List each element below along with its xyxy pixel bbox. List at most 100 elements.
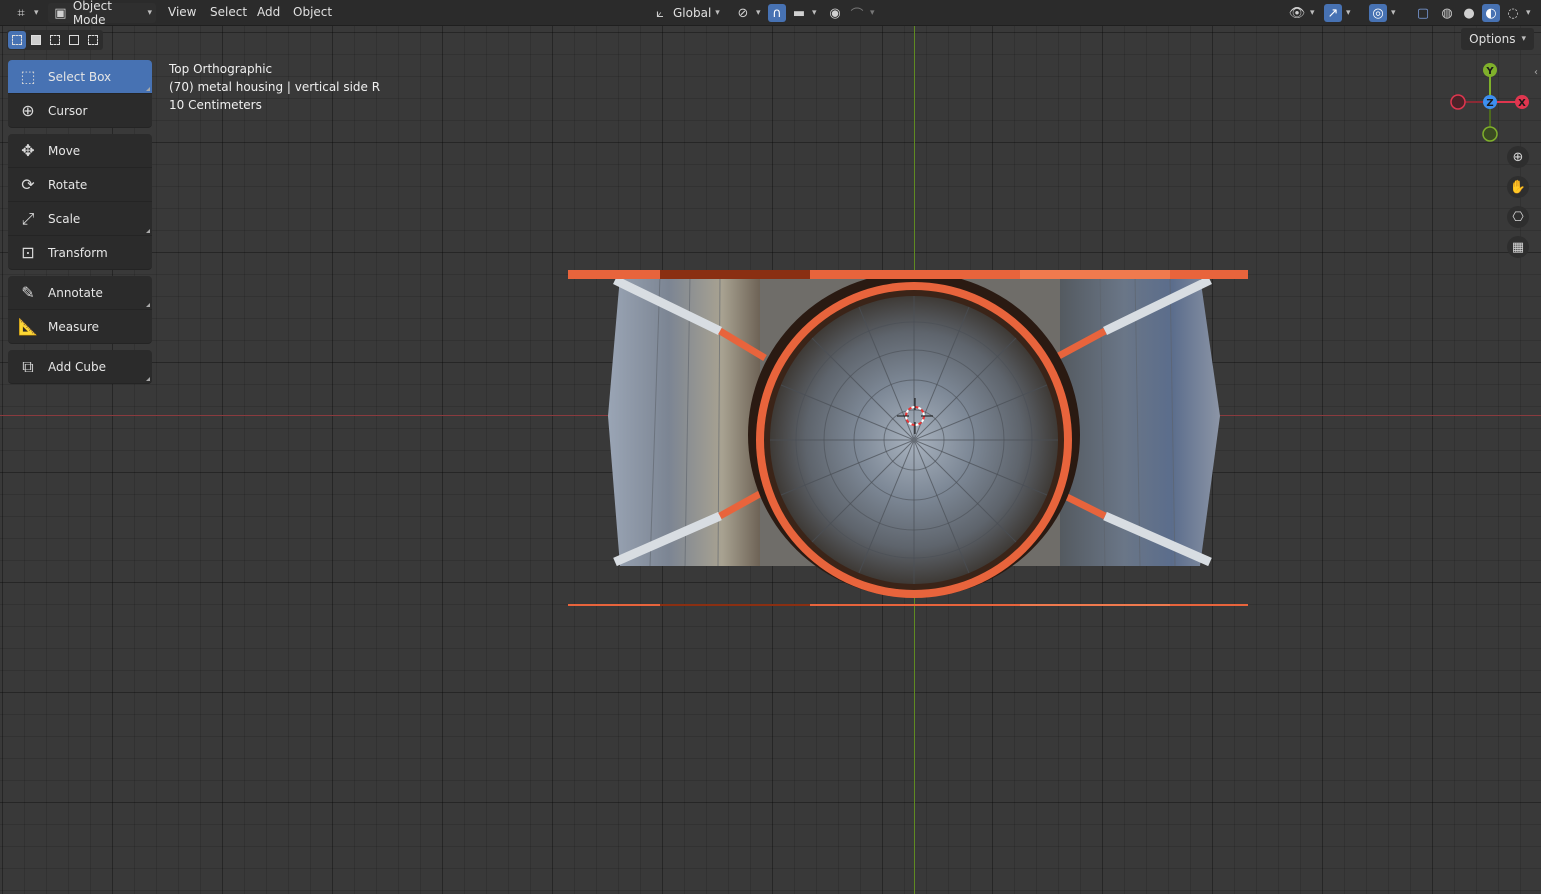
pivot-dropdown[interactable]: ⊘ ▾ — [730, 3, 765, 23]
rendered-shading-icon[interactable]: ◌ — [1504, 4, 1522, 22]
tool-expand-corner — [146, 87, 150, 91]
shading-modes[interactable]: ◍ ● ◐ ◌ ▾ — [1434, 3, 1535, 23]
tool-expand-corner — [146, 377, 150, 381]
proportional-edit-toggle[interactable]: ◉ ⌒ ▾ — [822, 3, 879, 23]
options-label: Options — [1469, 32, 1516, 46]
gizmo-z-label: Z — [1486, 98, 1493, 109]
orientation-dropdown[interactable]: ⟀ Global ▾ — [647, 3, 724, 23]
tool-shelf: ⬚ Select Box ⊕ Cursor ✥ Move ⟳ Rotate ⤢ … — [8, 60, 152, 384]
wireframe-shading-icon[interactable]: ◍ — [1438, 4, 1456, 22]
overlay-toggle[interactable]: ◎ ▾ — [1365, 3, 1400, 23]
orientation-label: Global — [673, 6, 712, 20]
scale-icon: ⤢ — [21, 208, 35, 228]
snap-icon: ∩ — [768, 4, 786, 22]
material-shading-icon[interactable]: ◐ — [1482, 4, 1500, 22]
zoom-icon: ⊕ — [1512, 149, 1524, 165]
camera-view-button[interactable]: ⎔ — [1507, 206, 1529, 228]
tool-select-box[interactable]: ⬚ Select Box — [8, 60, 152, 94]
overlay-icon: ◎ — [1369, 4, 1387, 22]
select-subtract-icon — [50, 35, 60, 45]
mode-dropdown[interactable]: ▣ Object Mode ▾ — [48, 0, 156, 27]
tool-label: Annotate — [48, 285, 103, 300]
zoom-button[interactable]: ⊕ — [1507, 146, 1529, 168]
menu-add[interactable]: Add — [257, 5, 280, 19]
perspective-toggle-button[interactable]: ▦ — [1507, 236, 1529, 258]
grid-icon: ▦ — [1511, 239, 1525, 255]
tool-label: Add Cube — [48, 359, 107, 374]
menu-view[interactable]: View — [168, 5, 196, 19]
measure-icon: 📐 — [18, 317, 38, 336]
gizmo-y-label: Y — [1485, 66, 1494, 77]
xray-toggle[interactable]: ▢ — [1410, 3, 1436, 23]
select-new-button[interactable] — [8, 31, 26, 49]
cursor-icon: ⊕ — [21, 101, 35, 120]
gizmo-neg-y-axis[interactable] — [1482, 126, 1498, 142]
falloff-icon: ⌒ — [850, 7, 864, 23]
chevron-down-icon: ▾ — [715, 8, 720, 18]
tool-scale[interactable]: ⤢ Scale — [8, 202, 152, 236]
gizmo-x-label: X — [1518, 98, 1526, 109]
gizmo-neg-x-axis[interactable] — [1450, 94, 1466, 110]
snap-toggle[interactable]: ∩ ▬ ▾ — [764, 3, 821, 23]
camera-icon: ⎔ — [1512, 209, 1524, 225]
gizmo-toggle[interactable]: ↗ ▾ — [1320, 3, 1355, 23]
proportional-edit-icon: ◉ — [829, 5, 841, 21]
tool-rotate[interactable]: ⟳ Rotate — [8, 168, 152, 202]
tool-label: Cursor — [48, 103, 88, 118]
gizmo-icon: ↗ — [1324, 4, 1342, 22]
editor-type-icon: ⌗ — [17, 5, 25, 21]
eye-icon: 👁 — [1288, 5, 1306, 21]
menu-object[interactable]: Object — [293, 5, 332, 19]
sidebar-toggle-icon[interactable]: ‹ — [1534, 67, 1538, 78]
tool-add-cube[interactable]: ⧉ Add Cube — [8, 350, 152, 384]
visibility-dropdown[interactable]: 👁 ▾ — [1284, 3, 1319, 23]
chevron-down-icon: ▾ — [34, 8, 39, 18]
tool-measure[interactable]: 📐 Measure — [8, 310, 152, 344]
pivot-icon: ⊘ — [737, 5, 749, 21]
menu-select[interactable]: Select — [210, 5, 247, 19]
chevron-down-icon: ▾ — [1521, 34, 1526, 44]
snap-target-icon: ▬ — [792, 5, 806, 21]
select-intersect-button[interactable] — [84, 31, 102, 49]
tool-move[interactable]: ✥ Move — [8, 134, 152, 168]
select-extend-icon — [31, 35, 41, 45]
chevron-down-icon: ▾ — [147, 8, 152, 18]
tool-label: Select Box — [48, 69, 112, 84]
3d-viewport[interactable]: ⬚ Select Box ⊕ Cursor ✥ Move ⟳ Rotate ⤢ … — [0, 26, 1541, 894]
object-mode-icon: ▣ — [54, 5, 67, 21]
solid-shading-icon[interactable]: ● — [1460, 4, 1478, 22]
object-info: (70) metal housing | vertical side R — [169, 80, 381, 94]
orientation-icon: ⟀ — [656, 5, 664, 21]
tool-label: Rotate — [48, 177, 88, 192]
editor-type-button[interactable]: ⌗ ▾ — [8, 3, 43, 23]
select-new-icon — [12, 35, 22, 45]
view-name: Top Orthographic — [169, 62, 273, 76]
mode-label: Object Mode — [72, 0, 112, 27]
move-icon: ✥ — [21, 141, 35, 160]
tool-label: Measure — [48, 319, 99, 334]
chevron-down-icon: ▾ — [1391, 8, 1396, 18]
select-invert-button[interactable] — [65, 31, 83, 49]
tool-label: Move — [48, 143, 81, 158]
viewport-info: Top Orthographic (70) metal housing | ve… — [169, 60, 380, 114]
select-box-icon: ⬚ — [20, 67, 36, 86]
select-intersect-icon — [88, 35, 98, 45]
chevron-down-icon: ▾ — [870, 8, 875, 18]
chevron-down-icon: ▾ — [756, 8, 761, 18]
select-subtract-button[interactable] — [46, 31, 64, 49]
pan-button[interactable]: ✋ — [1507, 176, 1529, 198]
add-cube-icon: ⧉ — [22, 356, 34, 376]
select-invert-icon — [69, 35, 79, 45]
tool-cursor[interactable]: ⊕ Cursor — [8, 94, 152, 128]
chevron-down-icon: ▾ — [812, 8, 817, 18]
chevron-down-icon: ▾ — [1310, 8, 1315, 18]
select-extend-button[interactable] — [27, 31, 45, 49]
tool-transform[interactable]: ⊡ Transform — [8, 236, 152, 270]
options-dropdown[interactable]: Options ▾ — [1461, 28, 1534, 50]
viewport-header: ⌗ ▾ ▣ Object Mode ▾ View Select Add Objec… — [0, 0, 1541, 27]
tool-annotate[interactable]: ✎ Annotate — [8, 276, 152, 310]
tool-expand-corner — [146, 229, 150, 233]
xray-icon: ▢ — [1416, 5, 1430, 21]
navigation-gizmo[interactable]: Y X Z — [1450, 62, 1530, 142]
3d-cursor-icon[interactable] — [895, 396, 935, 436]
